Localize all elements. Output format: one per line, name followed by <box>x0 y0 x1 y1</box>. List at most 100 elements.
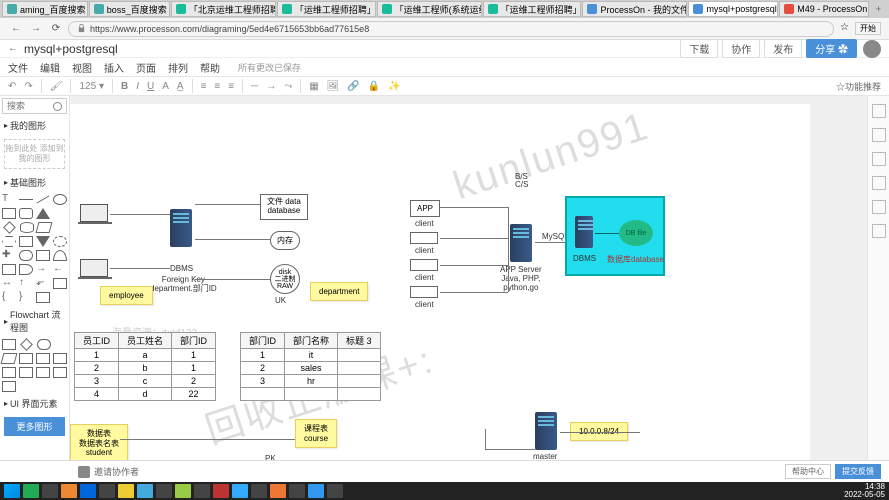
connector[interactable] <box>440 265 508 266</box>
browser-tab[interactable]: ProcessOn - 我的文件× <box>582 1 687 17</box>
group-flowchart[interactable]: Flowchart 流程图 <box>0 305 69 337</box>
menu-help[interactable]: 帮助 <box>200 60 220 75</box>
connector[interactable] <box>440 238 508 239</box>
database-group[interactable]: DBMS DB file 数据库database <box>565 196 665 276</box>
arrow-style-button[interactable]: → <box>266 81 276 92</box>
browser-tab[interactable]: aming_百度搜索× <box>2 1 88 17</box>
taskbar-app[interactable] <box>270 484 286 498</box>
line-style-button[interactable]: ─ <box>251 81 258 92</box>
back-icon[interactable]: ← <box>8 43 18 54</box>
share-button[interactable]: 分享 ✿ <box>806 39 857 58</box>
browser-tab[interactable]: 「运维工程师招聘」× <box>277 1 376 17</box>
ai-icon[interactable] <box>872 200 886 214</box>
hexagon-shape[interactable] <box>2 236 16 247</box>
taskbar-app[interactable] <box>251 484 267 498</box>
corner-shape[interactable]: ⬐ <box>36 278 50 289</box>
connector[interactable] <box>560 432 640 433</box>
magic-button[interactable]: ✨ <box>388 81 400 92</box>
align-center-button[interactable]: ≡ <box>214 81 220 92</box>
line-shape[interactable] <box>19 199 33 200</box>
taskbar-app[interactable] <box>61 484 77 498</box>
pill-shape[interactable] <box>19 250 33 261</box>
triangle-shape[interactable] <box>36 208 50 219</box>
shape[interactable] <box>36 367 50 378</box>
taskbar-app[interactable] <box>175 484 191 498</box>
server-node[interactable] <box>170 209 192 247</box>
sticky-note[interactable]: 课程表 course <box>295 419 337 448</box>
sticky-note[interactable]: employee <box>100 286 153 305</box>
halfpill-shape[interactable] <box>19 264 33 275</box>
terminator-shape[interactable] <box>37 339 51 350</box>
taskbar-app[interactable] <box>213 484 229 498</box>
connector[interactable] <box>485 449 535 450</box>
shape[interactable] <box>19 353 33 364</box>
client-box[interactable] <box>410 286 438 298</box>
taskbar-app[interactable] <box>118 484 134 498</box>
underline-button[interactable]: U <box>147 81 154 92</box>
connector[interactable] <box>120 439 295 440</box>
dbfile-node[interactable]: DB file <box>619 220 653 246</box>
semicircle-shape[interactable] <box>53 250 67 261</box>
drop-zone[interactable]: 拖到此处 添加到我的图形 <box>4 139 65 169</box>
menu-edit[interactable]: 编辑 <box>40 60 60 75</box>
taskbar-app[interactable] <box>156 484 172 498</box>
browser-tab[interactable]: 「北京运维工程师招聘」× <box>171 1 276 17</box>
reload-button[interactable]: ⟳ <box>48 21 64 37</box>
diamond-shape[interactable] <box>3 221 16 234</box>
filedata-box[interactable]: 文件 data database <box>260 194 308 220</box>
invite-collaborator[interactable]: 邀请协作者 <box>78 465 139 478</box>
app-box[interactable]: APP <box>410 200 440 217</box>
start-button[interactable] <box>4 484 20 498</box>
italic-button[interactable]: I <box>136 81 139 92</box>
shape[interactable] <box>36 353 50 364</box>
download-button[interactable]: 下载 <box>680 39 718 58</box>
document-title[interactable]: mysql+postgresql <box>24 42 118 56</box>
connector[interactable] <box>195 204 260 205</box>
client-box[interactable] <box>410 232 438 244</box>
publish-button[interactable]: 发布 <box>764 39 802 58</box>
connector[interactable] <box>595 233 619 234</box>
connector[interactable] <box>440 207 508 208</box>
feature-promo[interactable]: ☆功能推荐 <box>836 80 881 93</box>
dash-circle-shape[interactable] <box>53 236 67 247</box>
lock-button[interactable]: 🔒 <box>368 81 380 92</box>
url-field[interactable]: https://www.processon.com/diagraming/5ed… <box>68 21 834 37</box>
shape[interactable] <box>36 250 50 261</box>
connector[interactable] <box>485 429 486 449</box>
canvas[interactable]: kunlun991 回收正版课+: 海量资源：itxtd123 DBMS For… <box>70 96 867 476</box>
shape[interactable] <box>53 353 67 364</box>
employee-table[interactable]: 员工ID员工姓名部门ID 1a1 2b1 3c2 4d22 <box>74 332 216 401</box>
sticky-note[interactable]: department <box>310 282 368 301</box>
server-node[interactable] <box>535 412 557 450</box>
taskbar-app[interactable] <box>327 484 343 498</box>
shape[interactable] <box>53 367 67 378</box>
connector[interactable] <box>110 268 170 269</box>
forward-button[interactable]: → <box>28 21 44 37</box>
connector[interactable] <box>508 207 509 292</box>
page[interactable]: kunlun991 回收正版课+: 海量资源：itxtd123 DBMS For… <box>70 104 810 476</box>
roundrect-shape[interactable] <box>19 208 33 219</box>
bookmarks-icon[interactable]: ☆ <box>840 22 849 35</box>
bracket-shape[interactable]: { <box>2 292 16 303</box>
sticky-note[interactable]: 数据表 数据表名表 student <box>70 424 128 463</box>
browser-tab[interactable]: 「运维工程师(系统运维)招聘」× <box>377 1 482 17</box>
arrow-left-shape[interactable]: ← <box>53 264 67 275</box>
group-ui[interactable]: UI 界面元素 <box>0 394 69 413</box>
layers-icon[interactable] <box>872 128 886 142</box>
arrow-right-shape[interactable]: → <box>36 264 50 275</box>
taskbar-app[interactable] <box>80 484 96 498</box>
process-shape[interactable] <box>2 339 16 350</box>
shape[interactable] <box>53 278 67 289</box>
browser-tab[interactable]: 「运维工程师招聘」× <box>483 1 582 17</box>
more-shapes-button[interactable]: 更多图形 <box>4 417 65 436</box>
back-button[interactable]: ← <box>8 21 24 37</box>
fill-button[interactable]: ▦ <box>309 81 318 92</box>
rect-shape[interactable] <box>2 208 16 219</box>
laptop-node[interactable] <box>80 204 108 222</box>
taskbar-app[interactable] <box>289 484 305 498</box>
text-shape[interactable]: T <box>2 194 16 205</box>
parallelogram-shape[interactable] <box>36 222 53 233</box>
menu-insert[interactable]: 插入 <box>104 60 124 75</box>
laptop-node[interactable] <box>80 259 108 277</box>
plus-shape[interactable]: ✚ <box>2 250 16 261</box>
